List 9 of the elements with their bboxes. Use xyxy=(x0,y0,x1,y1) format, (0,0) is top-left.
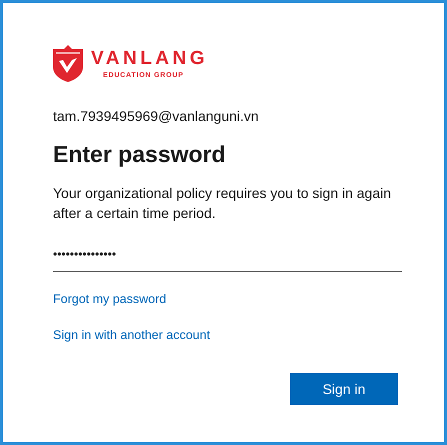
sign-in-button[interactable]: Sign in xyxy=(290,373,398,406)
shield-logo-icon xyxy=(53,45,83,82)
account-link[interactable]: Forgot my password xyxy=(53,290,166,308)
password-field[interactable]: ••••••••••••••• xyxy=(53,238,402,272)
account-email: tam.7939495969@vanlanguni.vn xyxy=(53,107,260,126)
logo-wordmark: VANLANG xyxy=(91,48,208,68)
policy-message: Your organizational policy requires you to sign in again after a certain time period. xyxy=(53,184,392,223)
page-title: Enter password xyxy=(53,141,227,169)
account-link[interactable]: Sign in with another account xyxy=(53,326,210,346)
